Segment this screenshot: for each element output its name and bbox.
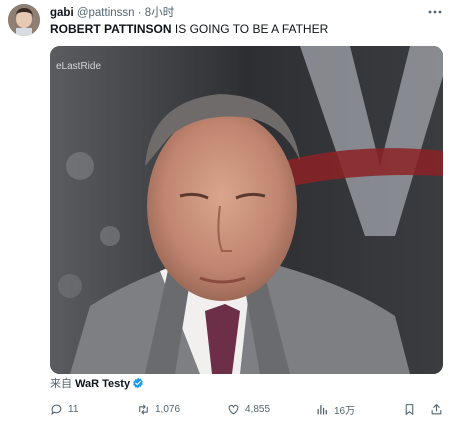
action-bar: 11 1,076 4,855 16万: [0, 401, 450, 417]
share-button[interactable]: [430, 401, 443, 417]
user-handle[interactable]: @pattinssn: [77, 7, 135, 19]
verified-badge-icon: [132, 377, 144, 389]
retweet-button[interactable]: 1,076: [137, 401, 180, 417]
reply-icon: [51, 404, 62, 415]
timestamp[interactable]: 8小时: [145, 7, 174, 19]
more-icon[interactable]: [426, 4, 444, 20]
header-separator: ·: [137, 7, 142, 19]
reply-count: 11: [68, 403, 79, 415]
tweet-header: gabi @pattinssn · 8小时: [50, 6, 174, 20]
reply-button[interactable]: 11: [50, 401, 78, 417]
views-button[interactable]: 16万: [316, 401, 355, 417]
like-count: 4,855: [245, 403, 271, 415]
tweet-text: ROBERT PATTINSON IS GOING TO BE A FATHER: [50, 22, 328, 37]
retweet-count: 1,076: [155, 403, 181, 415]
bookmark-button[interactable]: [403, 401, 416, 417]
source-name[interactable]: WaR Testy: [75, 378, 130, 390]
tweet-card: gabi @pattinssn · 8小时 ROBERT PATTINSON I…: [0, 0, 450, 421]
views-icon: [317, 404, 327, 414]
tweet-text-rest: IS GOING TO BE A FATHER: [171, 22, 329, 36]
bookmark-icon: [405, 403, 414, 415]
like-button[interactable]: 4,855: [227, 401, 270, 417]
source-prefix: 来自: [50, 378, 76, 390]
media-watermark: eLastRide: [56, 61, 102, 72]
avatar[interactable]: [8, 4, 40, 36]
display-name[interactable]: gabi: [50, 7, 74, 19]
source-attribution: 来自 WaR Testy: [50, 377, 144, 391]
retweet-icon: [139, 404, 148, 414]
share-icon: [431, 403, 442, 414]
like-icon: [228, 404, 239, 414]
tweet-text-bold: ROBERT PATTINSON: [50, 22, 172, 36]
view-count: 16万: [334, 405, 356, 417]
tweet-media[interactable]: eLastRide: [50, 46, 443, 374]
